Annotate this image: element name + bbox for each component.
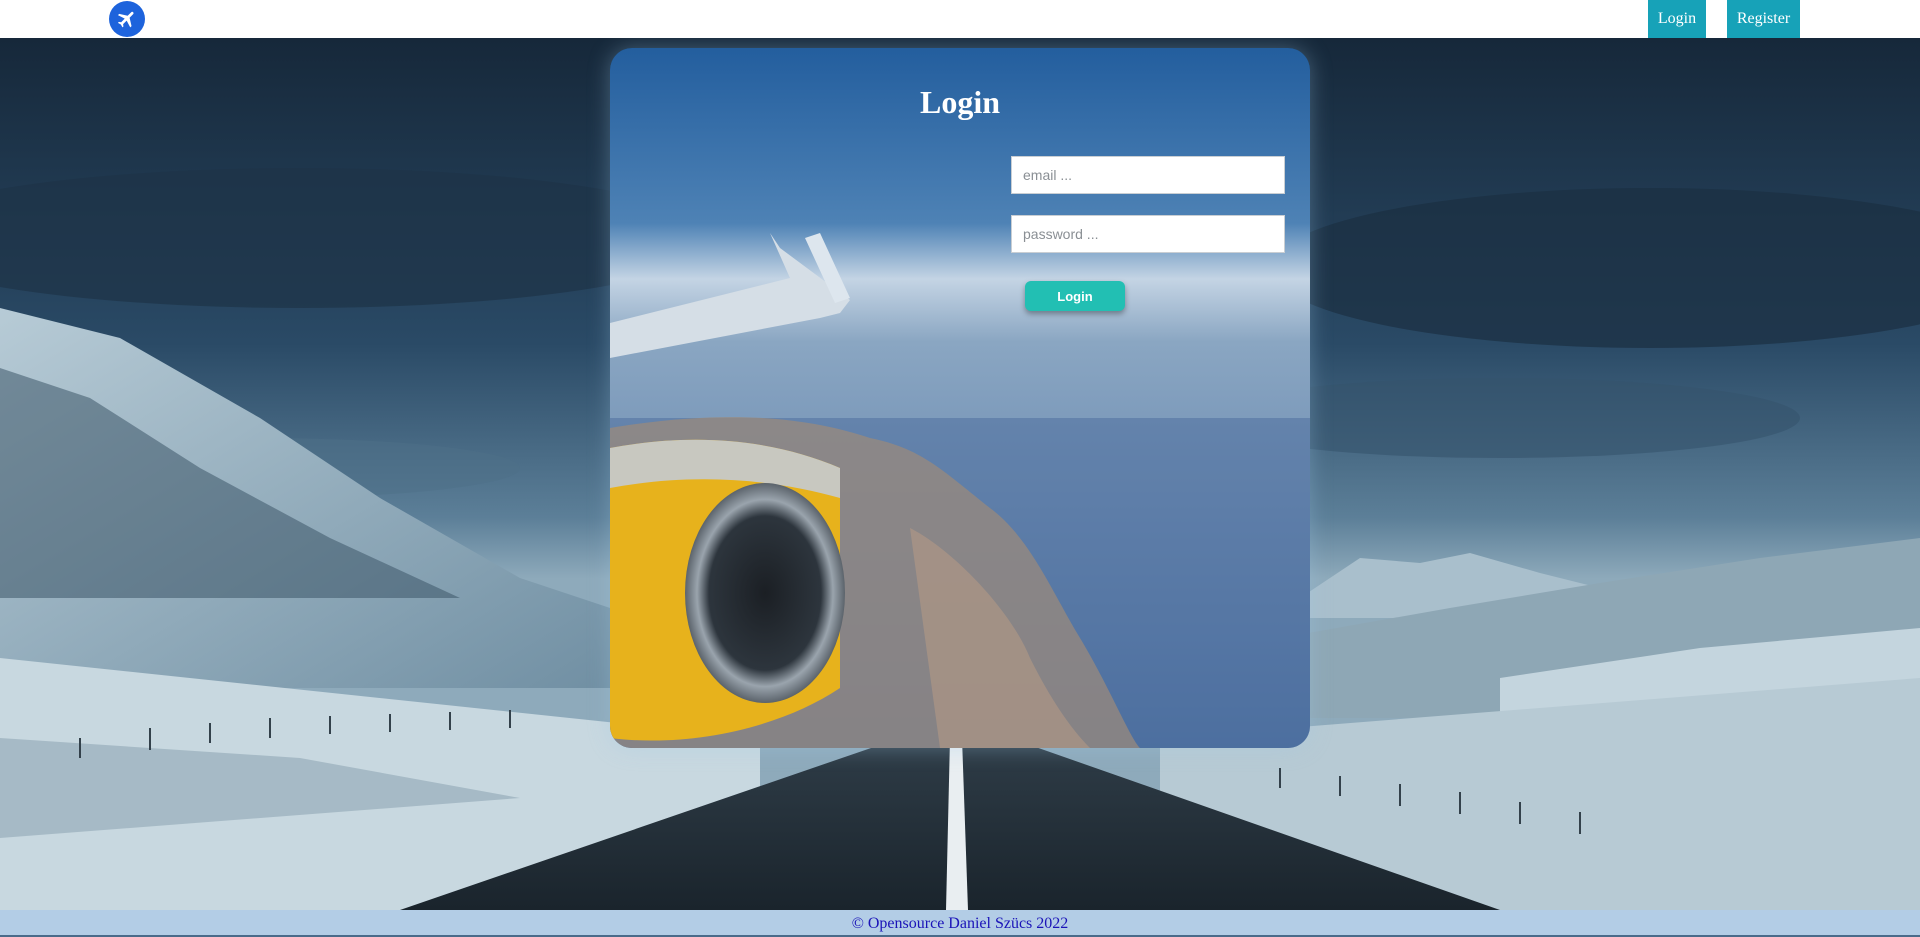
email-input[interactable] <box>1011 156 1285 194</box>
footer-copyright: © Opensource Daniel Szücs 2022 <box>851 914 1069 932</box>
password-input[interactable] <box>1011 215 1285 253</box>
login-title: Login <box>919 84 1001 120</box>
airplane-icon <box>117 11 134 28</box>
footer: © Opensource Daniel Szücs 2022 <box>0 910 1920 937</box>
top-navbar: Login Register <box>0 0 1920 38</box>
nav-login-button[interactable]: Login <box>1648 0 1706 38</box>
login-card: Login Login <box>610 48 1310 748</box>
airplane-window-image <box>610 48 1310 748</box>
login-submit-button[interactable]: Login <box>1025 281 1125 311</box>
airplane-logo-icon[interactable] <box>109 1 145 37</box>
nav-register-button[interactable]: Register <box>1727 0 1800 38</box>
